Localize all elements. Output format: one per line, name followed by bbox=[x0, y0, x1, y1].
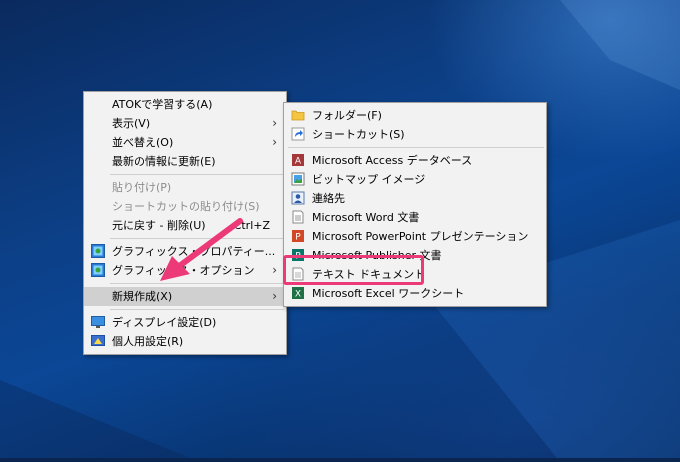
taskbar bbox=[0, 458, 680, 462]
pointer-arrow-icon bbox=[160, 218, 243, 281]
